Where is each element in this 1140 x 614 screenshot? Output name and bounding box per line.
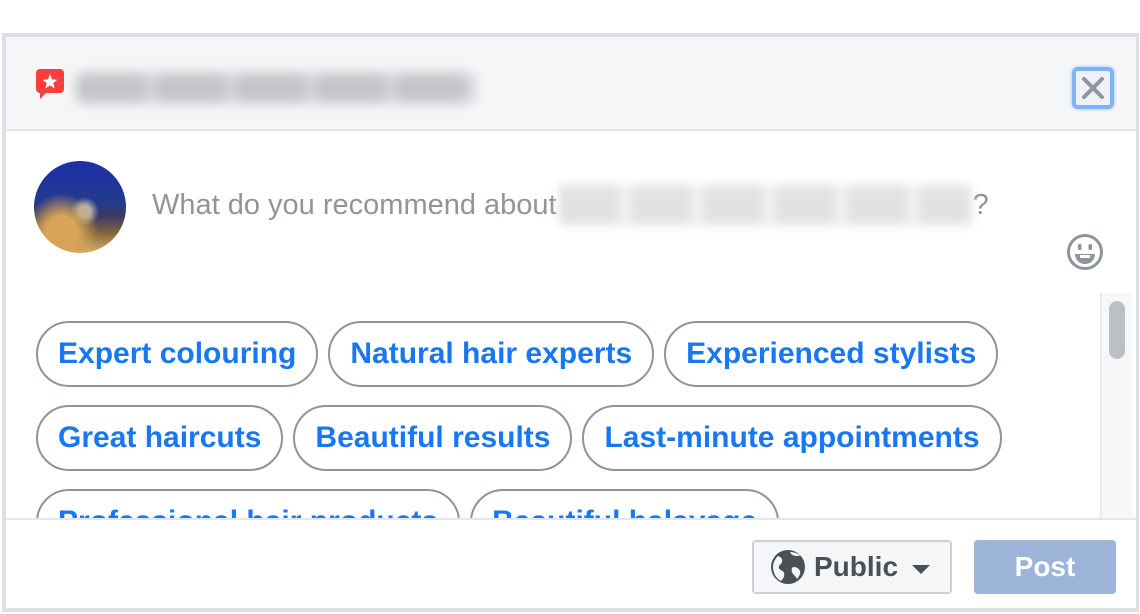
caret-down-icon — [912, 564, 931, 574]
recommendation-icon — [36, 69, 64, 99]
recommendation-input[interactable]: What do you recommend about Smoke Cuts K… — [152, 185, 989, 225]
close-icon — [1082, 77, 1104, 99]
audience-selector-button[interactable]: Public — [752, 540, 952, 594]
suggestion-chip[interactable]: Expert colouring — [36, 321, 319, 387]
page-name-title: Smoke Cuts Kids Hair Salon — [76, 73, 476, 103]
suggestion-chip[interactable]: Experienced stylists — [664, 321, 999, 387]
suggestion-chips: Expert colouring Natural hair experts Ex… — [36, 321, 1076, 518]
suggestion-chip[interactable]: Natural hair experts — [328, 321, 655, 387]
suggestions-scrollbar[interactable] — [1100, 293, 1132, 518]
page-name-blurred: Smoke Cuts Kids Hair Salon — [558, 185, 971, 225]
globe-icon — [771, 550, 805, 584]
suggestions-scroll-area: Expert colouring Natural hair experts Ex… — [6, 293, 1136, 518]
post-button[interactable]: Post — [974, 540, 1116, 594]
audience-label: Public — [814, 551, 899, 582]
suggestion-chip[interactable]: Professional hair products — [36, 489, 461, 518]
smiley-icon[interactable] — [1066, 233, 1104, 271]
user-avatar — [34, 161, 126, 253]
prompt-prefix: What do you recommend about — [152, 188, 557, 221]
prompt-suffix: ? — [972, 188, 989, 221]
suggestion-chip[interactable]: Last-minute appointments — [582, 405, 1002, 471]
dialog-body: What do you recommend about Smoke Cuts K… — [6, 133, 1136, 518]
scrollbar-thumb[interactable] — [1109, 301, 1125, 359]
suggestion-chip[interactable]: Great haircuts — [36, 405, 284, 471]
recommendation-dialog: Smoke Cuts Kids Hair Salon What do you r… — [2, 33, 1139, 612]
dialog-footer: Public Post — [6, 518, 1136, 608]
dialog-header: Smoke Cuts Kids Hair Salon — [6, 37, 1136, 131]
suggestion-chip[interactable]: Beautiful results — [293, 405, 573, 471]
suggestion-chip[interactable]: Beautiful balayage — [470, 489, 780, 518]
close-button[interactable] — [1072, 67, 1114, 109]
